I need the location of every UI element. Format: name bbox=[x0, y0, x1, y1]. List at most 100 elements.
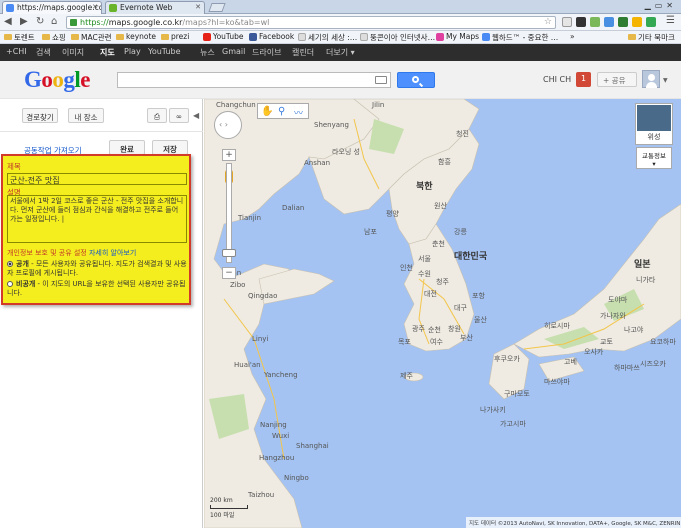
map-label: 창원 bbox=[448, 325, 461, 333]
avatar[interactable] bbox=[642, 70, 660, 88]
user-name[interactable]: CHI CH bbox=[543, 75, 571, 84]
bookmark-item[interactable]: YouTube bbox=[203, 32, 244, 41]
menu-icon[interactable]: ☰ bbox=[666, 15, 675, 26]
bookmark-item[interactable]: 쇼핑 bbox=[42, 32, 66, 43]
bookmark-item[interactable]: 뚱콘이아 인터넷사… bbox=[360, 32, 435, 43]
close-tab-icon[interactable]: ✕ bbox=[92, 3, 98, 11]
other-bookmarks[interactable]: 기타 북마크 bbox=[628, 32, 675, 43]
bookmark-item[interactable]: Facebook bbox=[249, 32, 294, 41]
extension-icon[interactable] bbox=[590, 17, 600, 27]
tab-strip: https://maps.google.co ✕ Evernote Web ✕ … bbox=[0, 0, 681, 14]
public-option[interactable]: 공개 - 모든 사용자와 공유됩니다. 지도가 검색결과 및 사용자 프로필에 … bbox=[7, 260, 187, 277]
extension-icon[interactable] bbox=[618, 17, 628, 27]
search-button[interactable] bbox=[397, 72, 435, 88]
map-label: 제주 bbox=[400, 372, 413, 380]
map-label: 포항 bbox=[472, 292, 485, 300]
map-label: 고베 bbox=[564, 358, 577, 366]
keyboard-icon[interactable] bbox=[375, 76, 387, 84]
home-icon[interactable]: ⌂ bbox=[51, 16, 57, 27]
forward-icon[interactable]: ▶ bbox=[20, 16, 28, 27]
extension-icon[interactable] bbox=[646, 17, 656, 27]
gbar-item-selected[interactable]: 지도 bbox=[100, 47, 115, 58]
close-tab-icon[interactable]: ✕ bbox=[195, 3, 201, 11]
gbar-item[interactable]: YouTube bbox=[148, 47, 181, 56]
private-radio[interactable] bbox=[7, 281, 13, 287]
public-desc: - 모든 사용자와 공유됩니다. 지도가 검색결과 및 사용자 프로필에 게시됩… bbox=[7, 260, 187, 277]
new-tab-button[interactable] bbox=[208, 3, 226, 12]
bookmark-item[interactable]: 토렌트 bbox=[4, 32, 35, 43]
google-logo[interactable]: Google bbox=[24, 67, 90, 93]
back-icon[interactable]: ◀ bbox=[4, 16, 12, 27]
extension-icon[interactable] bbox=[576, 17, 586, 27]
directions-button[interactable]: 경로찾기 bbox=[22, 108, 58, 123]
bookmark-item[interactable]: My Maps bbox=[436, 32, 479, 41]
learn-more-link[interactable]: 자세히 알아보기 bbox=[89, 249, 136, 257]
map-label: 여수 bbox=[430, 338, 443, 346]
satellite-button[interactable]: 위성 bbox=[636, 131, 672, 144]
done-button[interactable]: 완료 bbox=[109, 140, 145, 155]
map-label: 목포 bbox=[398, 338, 411, 346]
map-title-input[interactable]: 군산-전주 맛집 bbox=[7, 173, 187, 185]
pan-control[interactable] bbox=[214, 111, 242, 139]
zoom-in-button[interactable]: + bbox=[222, 149, 236, 161]
map-label: 함흥 bbox=[438, 158, 451, 166]
hand-tool-icon[interactable]: ✋ bbox=[261, 106, 273, 117]
map-label: 도야마 bbox=[608, 296, 628, 304]
drive-icon[interactable] bbox=[632, 17, 642, 27]
placemark-tool-icon[interactable]: ⚲ bbox=[278, 106, 290, 117]
save-button[interactable]: 저장 bbox=[152, 140, 188, 155]
map-label: 시즈오카 bbox=[640, 360, 666, 368]
gbar-item[interactable]: Play bbox=[124, 47, 141, 56]
gbar-item[interactable]: 이미지 bbox=[62, 47, 84, 58]
chevron-down-icon[interactable]: ▼ bbox=[663, 77, 668, 84]
gbar-item[interactable]: Gmail bbox=[222, 47, 245, 56]
map-canvas[interactable]: Changchun Jilin Shenyang 라오닝 성 Anshan Da… bbox=[204, 99, 681, 528]
gbar-item[interactable]: 드라이브 bbox=[252, 47, 281, 58]
maps-favicon-icon bbox=[6, 4, 14, 12]
bookmark-item[interactable]: prezi bbox=[161, 32, 189, 41]
tab-google-maps[interactable]: https://maps.google.co ✕ bbox=[2, 1, 102, 14]
notifications-badge[interactable]: 1 bbox=[576, 72, 591, 87]
window-controls[interactable]: ▁▭✕ bbox=[645, 1, 677, 10]
google-header: Google CHI CH 1 + 공유 ▼ bbox=[0, 61, 681, 99]
search-icon bbox=[412, 76, 419, 83]
gbar-item[interactable]: 검색 bbox=[36, 47, 51, 58]
extension-icon[interactable] bbox=[562, 17, 572, 27]
bookmark-star-icon[interactable]: ☆ bbox=[544, 17, 552, 27]
share-button[interactable]: + 공유 bbox=[597, 72, 637, 87]
gbar-item[interactable]: 더보기 ▾ bbox=[326, 47, 355, 58]
link-icon[interactable]: ∞ bbox=[169, 108, 189, 123]
traffic-button[interactable]: 교통정보 ▾ bbox=[636, 147, 672, 169]
my-places-button[interactable]: 내 장소 bbox=[68, 108, 104, 123]
zoom-out-button[interactable]: − bbox=[222, 267, 236, 279]
zoom-slider-handle[interactable] bbox=[222, 249, 236, 257]
gbar-item[interactable]: +CHI bbox=[6, 47, 27, 56]
map-label: Shenyang bbox=[314, 121, 349, 129]
page-icon bbox=[298, 33, 306, 41]
map-label: Nanjing bbox=[260, 421, 287, 429]
tab-evernote[interactable]: Evernote Web ✕ bbox=[105, 1, 205, 14]
reload-icon[interactable]: ↻ bbox=[36, 16, 44, 27]
bookmark-item[interactable]: 세기의 세상 :… bbox=[298, 32, 357, 43]
print-icon[interactable]: ⎙ bbox=[147, 108, 167, 123]
zoom-slider[interactable] bbox=[226, 163, 232, 263]
map-label: 라오닝 성 bbox=[332, 148, 360, 156]
address-bar[interactable]: https://maps.google.co.kr/maps?hl=ko&tab… bbox=[66, 16, 556, 29]
private-option[interactable]: 비공개 - 이 지도의 URL을 보유한 선택된 사용자만 공유됩니다. bbox=[7, 280, 187, 297]
public-radio[interactable] bbox=[7, 261, 13, 267]
country-label: 북한 bbox=[416, 182, 433, 192]
collapse-panel-icon[interactable]: ◀ bbox=[193, 111, 199, 120]
browser-toolbar: ◀ ▶ ↻ ⌂ https://maps.google.co.kr/maps?h… bbox=[0, 14, 681, 31]
map-search-input[interactable] bbox=[117, 72, 391, 88]
bookmark-item[interactable]: MAC관련 bbox=[71, 32, 112, 43]
bookmark-item[interactable]: 웹하드™ - 중요한 … bbox=[482, 32, 558, 43]
gbar-item[interactable]: 캘린더 bbox=[292, 47, 314, 58]
public-title: 공개 bbox=[16, 260, 29, 268]
map-description-input[interactable]: 서울에서 1박 2일 코스로 좋은 군산 - 전주 맛집을 소개합니다. 먼저 … bbox=[7, 195, 187, 243]
map-label: 나가사키 bbox=[480, 406, 506, 414]
extension-icon[interactable] bbox=[604, 17, 614, 27]
line-tool-icon[interactable]: 〰 bbox=[294, 106, 306, 119]
bookmarks-overflow[interactable]: » bbox=[570, 32, 575, 41]
gbar-item[interactable]: 뉴스 bbox=[200, 47, 215, 58]
bookmark-item[interactable]: keynote bbox=[116, 32, 156, 41]
